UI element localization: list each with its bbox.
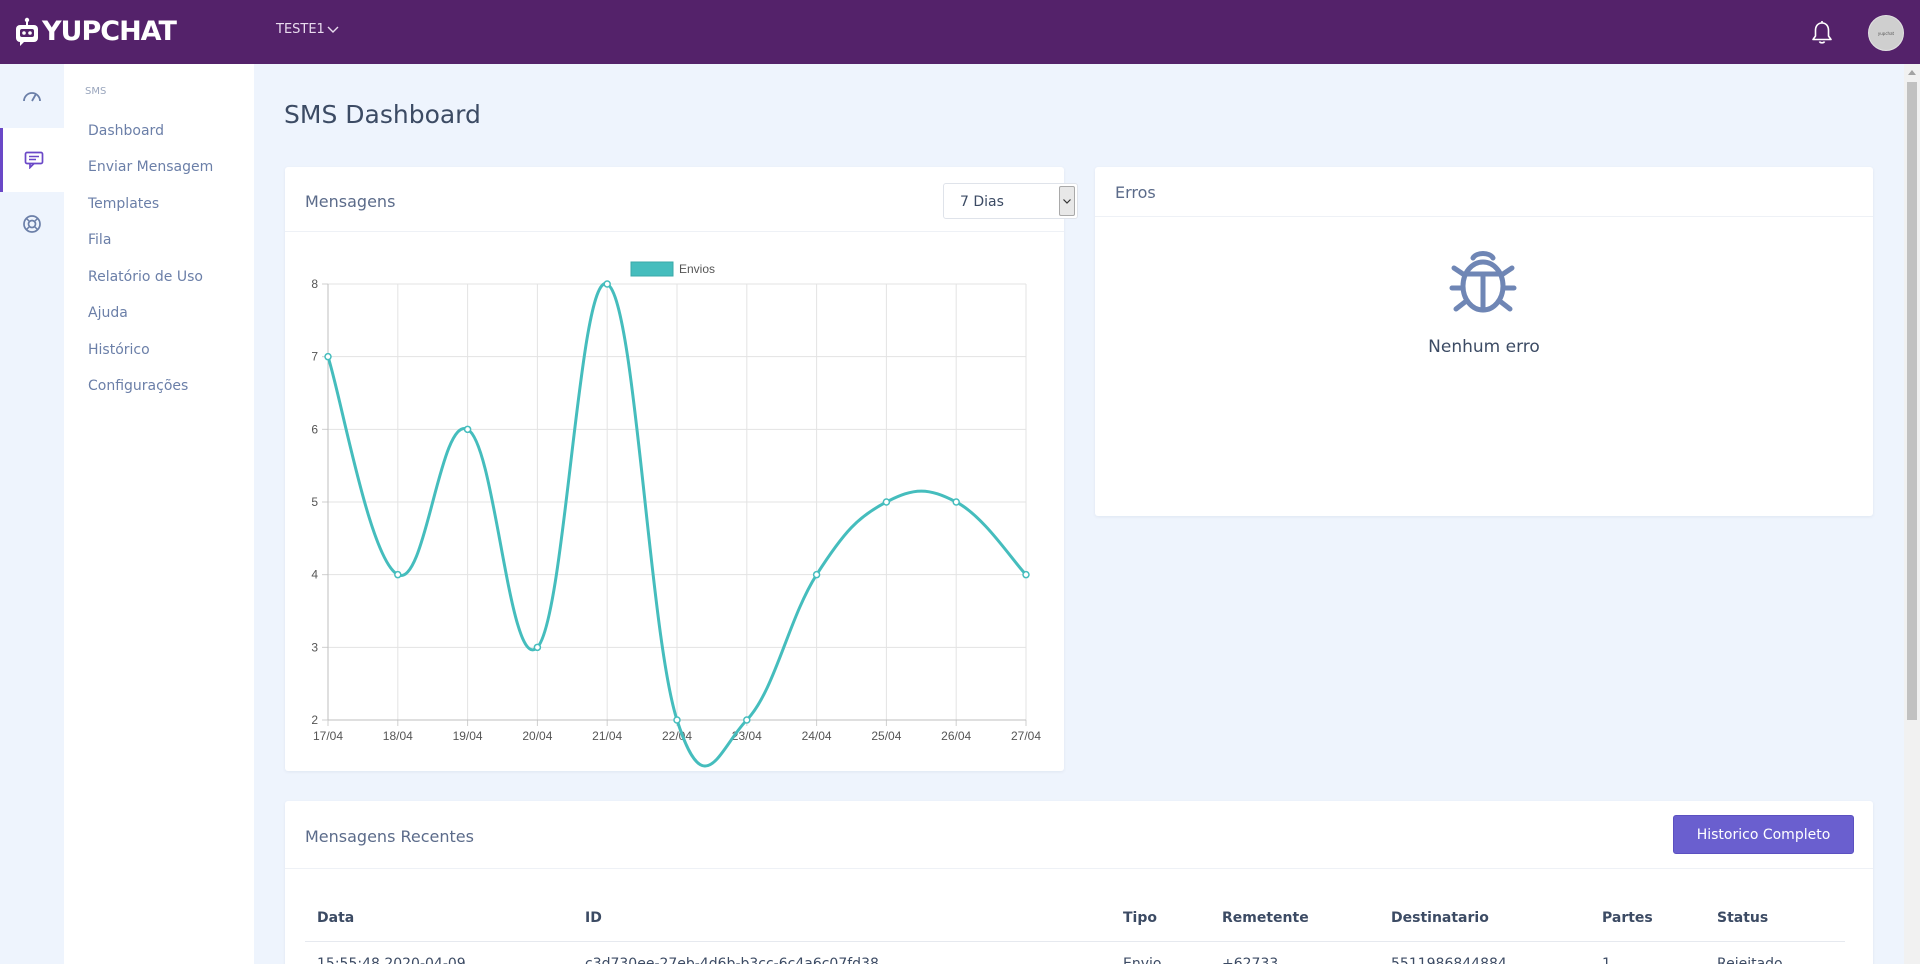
- y-tick-label: 6: [311, 422, 318, 436]
- x-tick-label: 25/04: [871, 729, 901, 743]
- data-point: [533, 643, 542, 652]
- table-header-row: Data ID Tipo Remetente Destinatario Part…: [305, 895, 1845, 942]
- x-tick-label: 27/04: [1011, 729, 1041, 743]
- avatar-text: yupchat: [1877, 30, 1895, 36]
- table-row[interactable]: 15:55:48 2020-04-09 c3d730ee-27eb-4d6b-b…: [305, 941, 1845, 964]
- recent-card-header: Mensagens Recentes: [285, 801, 1873, 869]
- no-errors-text: Nenhum erro: [1428, 337, 1540, 357]
- y-tick-label: 4: [311, 568, 318, 582]
- legend-swatch: [630, 261, 674, 277]
- logo-text: YUPCHAT: [42, 16, 177, 47]
- chat-icon: [24, 151, 43, 169]
- bug-icon: [1449, 251, 1517, 313]
- col-header-tipo[interactable]: Tipo: [1111, 895, 1210, 942]
- col-header-remetente[interactable]: Remetente: [1210, 895, 1379, 942]
- menu-item-historico[interactable]: Histórico: [88, 342, 150, 358]
- logo-robot-icon: [16, 17, 38, 46]
- cell-id: c3d730ee-27eb-4d6b-b3cc-6c4a6c07fd38: [573, 941, 1111, 964]
- menu-item-enviar-mensagem[interactable]: Enviar Mensagem: [88, 159, 213, 175]
- messages-line-chart: 234567817/04 18/04 19/04 20/04 21/04 22/04 23/…: [311, 261, 1041, 768]
- page-title: SMS Dashboard: [284, 100, 481, 129]
- scrollbar-thumb[interactable]: [1907, 82, 1917, 720]
- col-header-id[interactable]: ID: [573, 895, 1111, 942]
- support-lifebuoy-icon: [23, 215, 41, 233]
- data-point: [394, 570, 402, 579]
- cell-remetente: +62733: [1210, 941, 1379, 964]
- y-tick-label: 8: [311, 277, 318, 291]
- avatar[interactable]: yupchat: [1868, 15, 1904, 51]
- cell-status: Rejeitado: [1705, 941, 1845, 964]
- logo[interactable]: YUPCHAT: [14, 14, 177, 50]
- messages-chart-card: Mensagens 7 Dias 2 3 4 5 6 7 8 17/04 18/04 19/04 2…: [285, 167, 1078, 771]
- cell-tipo: Envio: [1111, 941, 1210, 964]
- dashboard-gauge-icon: [23, 92, 41, 102]
- cell-destinatario: 5511986844884: [1379, 941, 1590, 964]
- menu-item-fila[interactable]: Fila: [88, 232, 111, 248]
- messages-card-header: Mensagens 7 Dias: [285, 167, 1078, 232]
- chevron-down-icon: [1059, 186, 1075, 216]
- menu-section-title: SMS: [85, 86, 107, 97]
- menu-item-dashboard[interactable]: Dashboard: [88, 123, 164, 139]
- x-tick-label: 21/04: [592, 729, 622, 743]
- data-point: [1022, 570, 1030, 579]
- recent-card-title: Mensagens Recentes: [305, 827, 474, 846]
- menu-item-configuracoes[interactable]: Configurações: [88, 378, 188, 394]
- x-tick-label: 20/04: [522, 729, 552, 743]
- data-point: [324, 352, 332, 361]
- rail-item-dashboard[interactable]: [0, 64, 64, 128]
- x-tick-label: 24/04: [802, 729, 832, 743]
- page-scrollbar[interactable]: [1904, 64, 1920, 964]
- menu-item-ajuda[interactable]: Ajuda: [88, 305, 128, 321]
- range-select[interactable]: 7 Dias: [943, 183, 1078, 219]
- x-tick-label: 18/04: [383, 729, 413, 743]
- menu-item-relatorio-de-uso[interactable]: Relatório de Uso: [88, 269, 203, 285]
- data-point: [743, 716, 751, 724]
- range-select-value: 7 Dias: [960, 194, 1004, 210]
- cell-data: 15:55:48 2020-04-09: [305, 941, 573, 964]
- messages-card-title: Mensagens: [305, 192, 396, 211]
- legend-label: Envios: [679, 262, 715, 276]
- data-point: [603, 280, 611, 288]
- data-point: [882, 498, 891, 506]
- errors-card-title: Erros: [1115, 183, 1156, 202]
- menu-item-templates[interactable]: Templates: [88, 196, 159, 212]
- x-tick-label: 22/04: [662, 729, 692, 743]
- col-header-destinatario[interactable]: Destinatario: [1379, 895, 1590, 942]
- full-history-button-label: Historico Completo: [1696, 826, 1831, 843]
- scroll-up-arrow-icon[interactable]: [1904, 64, 1920, 80]
- cell-partes: 1: [1590, 941, 1705, 964]
- full-history-button[interactable]: Historico Completo: [1673, 815, 1854, 854]
- y-tick-label: 7: [311, 350, 318, 364]
- account-name: TESTE1: [276, 22, 325, 37]
- recent-messages-card: Mensagens Recentes Data ID Tipo Remetent…: [285, 801, 1873, 964]
- x-tick-label: 26/04: [941, 729, 971, 743]
- y-tick-label: 5: [311, 495, 318, 509]
- y-tick-label: 3: [311, 640, 318, 654]
- col-header-partes[interactable]: Partes: [1590, 895, 1705, 942]
- icon-rail: [0, 64, 64, 964]
- top-bar: YUPCHAT TESTE1 yupchat: [0, 0, 1920, 64]
- rail-item-sms[interactable]: [0, 128, 64, 192]
- data-point: [812, 570, 821, 579]
- x-tick-label: 17/04: [313, 729, 343, 743]
- data-point: [952, 498, 960, 506]
- recent-messages-table: Data ID Tipo Remetente Destinatario Part…: [305, 895, 1845, 964]
- data-point: [463, 425, 472, 434]
- errors-card: Erros Nenhum erro: [1095, 167, 1873, 516]
- account-switcher[interactable]: TESTE1: [276, 22, 339, 37]
- bell-icon[interactable]: [1809, 20, 1835, 46]
- col-header-data[interactable]: Data: [305, 895, 573, 942]
- rail-item-support[interactable]: [0, 192, 64, 256]
- y-tick-label: 2: [311, 713, 318, 727]
- data-point: [673, 716, 681, 724]
- errors-card-header: Erros: [1095, 167, 1873, 217]
- chevron-down-icon: [327, 26, 339, 33]
- sidebar-menu: SMS Dashboard Enviar Mensagem Templates …: [64, 64, 254, 964]
- col-header-status[interactable]: Status: [1705, 895, 1845, 942]
- x-tick-label: 19/04: [453, 729, 483, 743]
